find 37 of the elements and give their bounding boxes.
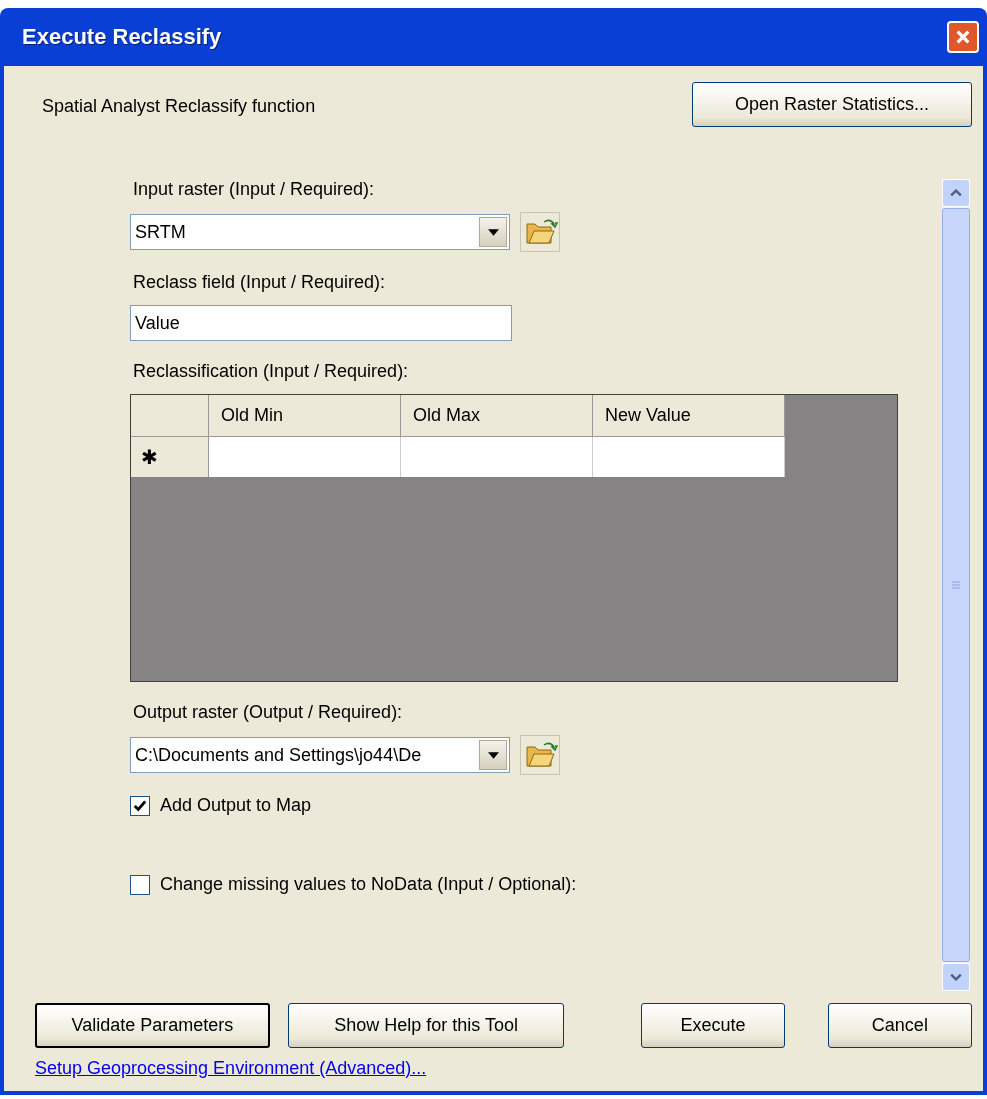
statistics-button[interactable]: Open Raster Statistics... [692,82,972,127]
dropdown-button[interactable] [479,217,507,247]
caret-down-icon [487,751,499,759]
column-header[interactable]: Old Min [209,395,401,437]
checkbox[interactable] [130,795,150,816]
checkbox-label: Change missing values to NoData (Input / Optional): [160,874,577,895]
dropdown-field[interactable]: SRTM [130,214,510,250]
scroll-down-icon[interactable] [950,973,962,981]
scroll-up-icon[interactable] [950,189,962,197]
dropdown-field[interactable]: C:\Documents and Settings\jo44\De [130,737,510,773]
window-title: Execute Reclassify [22,24,222,50]
folder-icon[interactable] [520,735,560,775]
dropdown-button[interactable] [479,740,507,770]
dialog-button[interactable]: Validate Parameters [35,1003,270,1048]
caret-down-icon [487,228,499,236]
column-header[interactable]: New Value [593,395,785,437]
field-label: Output raster (Output / Required): [133,702,404,723]
dialog-button[interactable]: Cancel [827,1003,972,1048]
grip-icon [951,581,961,589]
table-cell[interactable] [593,437,785,477]
new-row-marker: ✱ [131,437,209,477]
checkbox[interactable] [130,874,150,895]
field-label: Reclassification (Input / Required): [133,361,410,382]
field-label: Reclass field (Input / Required): [133,272,387,293]
close-button[interactable] [947,21,979,53]
environment-link[interactable]: Setup Geoprocessing Environment (Advanced)... [35,1058,427,1079]
checkbox-label: Add Output to Map [160,795,312,816]
dialog-button[interactable]: Show Help for this Tool [287,1003,565,1048]
text-field[interactable]: Value [130,305,512,341]
table-cell[interactable] [209,437,401,477]
table-cell[interactable] [401,437,593,477]
close-icon [955,29,971,45]
description-text: Spatial Analyst Reclassify function [42,96,316,117]
field-label: Input raster (Input / Required): [133,179,376,200]
column-header[interactable]: Old Max [401,395,593,437]
folder-icon[interactable] [520,212,560,252]
dialog-button[interactable]: Execute [641,1003,785,1048]
